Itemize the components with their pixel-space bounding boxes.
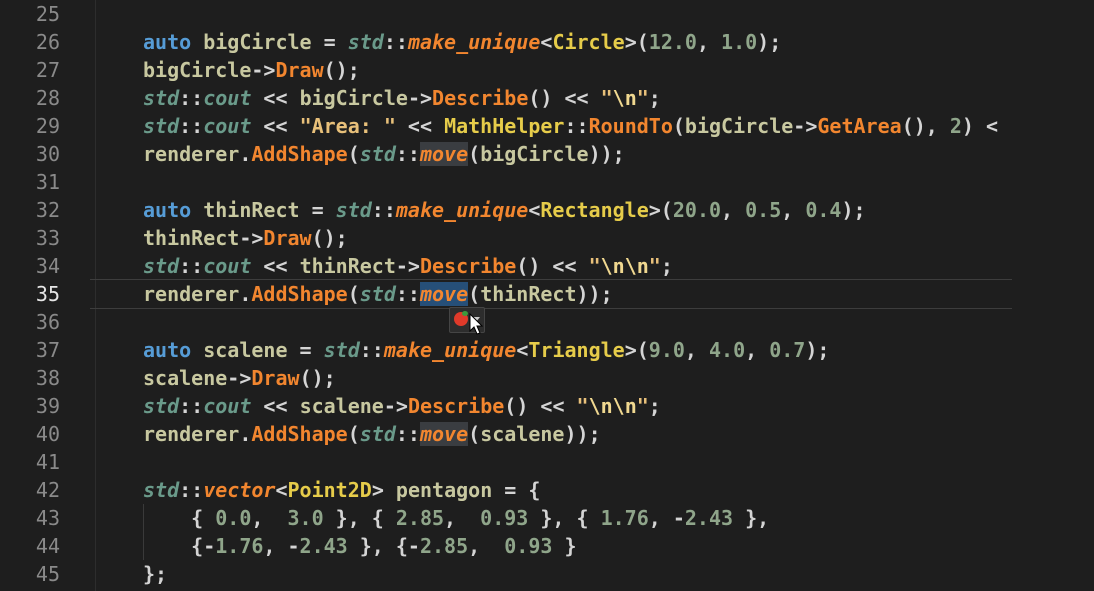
line-number: 30 xyxy=(35,142,60,166)
code-line[interactable]: 31 xyxy=(0,168,1094,196)
code-text: std::vector<Point2D> pentagon = { xyxy=(143,478,541,502)
line-number: 27 xyxy=(35,58,60,82)
code-line[interactable]: 25 xyxy=(0,0,1094,28)
line-number: 35 xyxy=(35,282,60,306)
code-line[interactable]: 45 }; xyxy=(0,560,1094,588)
code-line[interactable]: 40 renderer.AddShape(std::move(scalene))… xyxy=(0,420,1094,448)
code-text: auto scalene = std::make_unique<Triangle… xyxy=(143,338,830,362)
code-text: bigCircle->Draw(); xyxy=(143,58,360,82)
code-text: }; xyxy=(143,562,168,586)
code-text: {-1.76, -2.43 }, {-2.85, 0.93 } xyxy=(143,534,577,558)
line-number: 37 xyxy=(35,338,60,362)
line-number: 31 xyxy=(35,170,60,194)
line-number: 39 xyxy=(35,394,60,418)
code-text: { 0.0, 3.0 }, { 2.85, 0.93 }, { 1.76, -2… xyxy=(143,506,770,530)
code-line[interactable]: 28 std::cout << bigCircle->Describe() <<… xyxy=(0,84,1094,112)
code-text: renderer.AddShape(std::move(thinRect)); xyxy=(143,282,613,306)
line-number: 29 xyxy=(35,114,60,138)
code-line[interactable]: 37 auto scalene = std::make_unique<Trian… xyxy=(0,336,1094,364)
code-line[interactable]: 32 auto thinRect = std::make_unique<Rect… xyxy=(0,196,1094,224)
code-line[interactable]: 36 xyxy=(0,308,1094,336)
lightbulb-leaf xyxy=(462,311,468,316)
code-line[interactable]: 44 {-1.76, -2.43 }, {-2.85, 0.93 } xyxy=(0,532,1094,560)
code-line[interactable]: 30 renderer.AddShape(std::move(bigCircle… xyxy=(0,140,1094,168)
code-text: std::cout << bigCircle->Describe() << "\… xyxy=(143,86,661,110)
code-text: renderer.AddShape(std::move(scalene)); xyxy=(143,422,601,446)
code-text: std::cout << scalene->Describe() << "\n\… xyxy=(143,394,661,418)
line-number: 34 xyxy=(35,254,60,278)
line-number: 44 xyxy=(35,534,60,558)
line-number: 36 xyxy=(35,310,60,334)
code-text: scalene->Draw(); xyxy=(143,366,336,390)
code-line[interactable]: 33 thinRect->Draw(); xyxy=(0,224,1094,252)
code-line[interactable]: 27 bigCircle->Draw(); xyxy=(0,56,1094,84)
line-number: 43 xyxy=(35,506,60,530)
line-number: 33 xyxy=(35,226,60,250)
code-line[interactable]: 43 { 0.0, 3.0 }, { 2.85, 0.93 }, { 1.76,… xyxy=(0,504,1094,532)
code-text: thinRect->Draw(); xyxy=(143,226,348,250)
code-line[interactable]: 38 scalene->Draw(); xyxy=(0,364,1094,392)
line-number: 41 xyxy=(35,450,60,474)
code-text: renderer.AddShape(std::move(bigCircle)); xyxy=(143,142,625,166)
code-text: auto thinRect = std::make_unique<Rectang… xyxy=(143,198,866,222)
code-line[interactable]: 26 auto bigCircle = std::make_unique<Cir… xyxy=(0,28,1094,56)
code-line-current[interactable]: 35 renderer.AddShape(std::move(thinRect)… xyxy=(0,280,1094,308)
line-number: 26 xyxy=(35,30,60,54)
code-editor[interactable]: 25 26 auto bigCircle = std::make_unique<… xyxy=(0,0,1094,591)
code-line[interactable]: 41 xyxy=(0,448,1094,476)
line-number: 40 xyxy=(35,422,60,446)
code-text: std::cout << thinRect->Describe() << "\n… xyxy=(143,254,673,278)
code-line[interactable]: 42 std::vector<Point2D> pentagon = { xyxy=(0,476,1094,504)
line-number: 32 xyxy=(35,198,60,222)
line-number: 45 xyxy=(35,562,60,586)
code-text: std::cout << "Area: " << MathHelper::Rou… xyxy=(143,114,999,138)
line-number: 42 xyxy=(35,478,60,502)
code-text: auto bigCircle = std::make_unique<Circle… xyxy=(143,30,782,54)
code-line[interactable]: 34 std::cout << thinRect->Describe() << … xyxy=(0,252,1094,280)
mouse-cursor-icon xyxy=(469,313,483,335)
code-line[interactable]: 39 std::cout << scalene->Describe() << "… xyxy=(0,392,1094,420)
code-line[interactable]: 29 std::cout << "Area: " << MathHelper::… xyxy=(0,112,1094,140)
line-number: 25 xyxy=(35,2,60,26)
line-number: 28 xyxy=(35,86,60,110)
line-number: 38 xyxy=(35,366,60,390)
